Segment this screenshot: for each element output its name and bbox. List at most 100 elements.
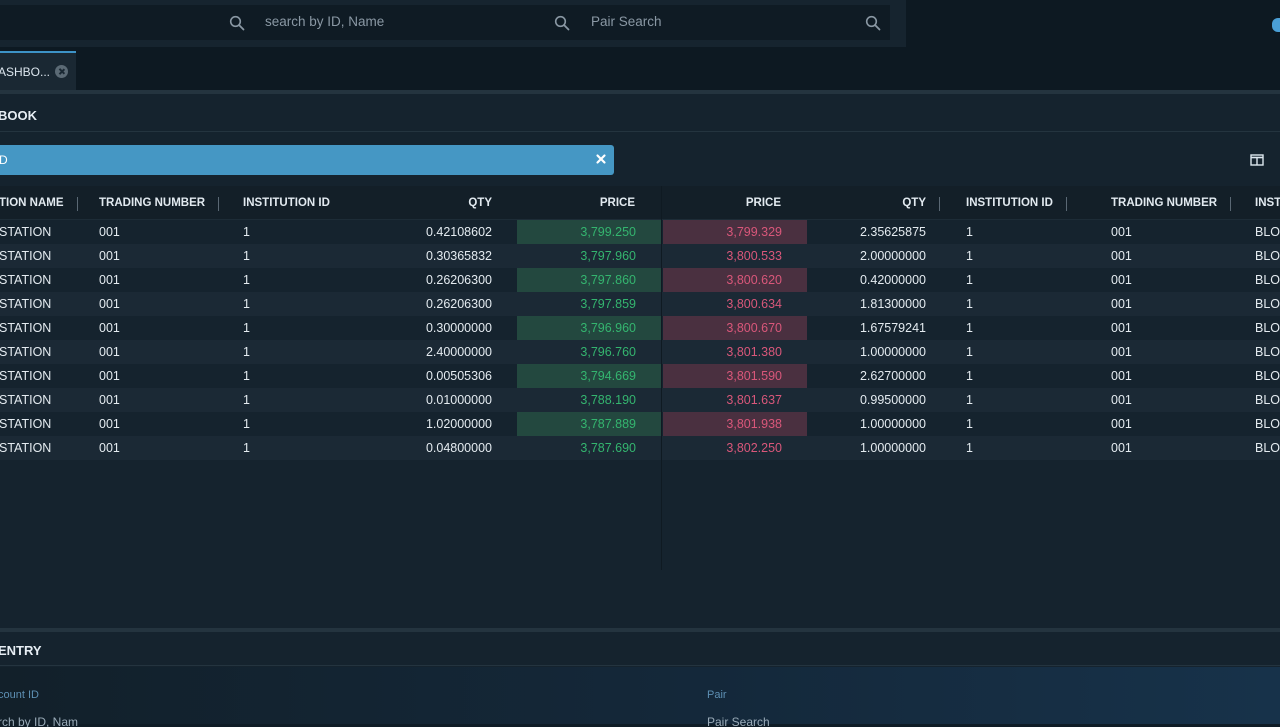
cell-bid-qty: 0.26206300	[425, 273, 492, 287]
tab-dashboard[interactable]: ASHBO...	[0, 51, 76, 90]
cell-ask-trading-number: 001	[1111, 393, 1132, 407]
table-row[interactable]: STATION 001 1 2.40000000 3,796.760 3,801.380 1…	[0, 340, 1280, 364]
cell-bid-institution-name: STATION	[0, 417, 52, 431]
cell-bid-institution-id: 1	[243, 225, 250, 239]
header-ask-price[interactable]: PRICE	[726, 186, 781, 220]
entry-title: ENTRY	[0, 643, 42, 658]
cell-bid-price: 3,797.960	[580, 249, 636, 263]
cell-bid-institution-name: STATION	[0, 249, 52, 263]
tab-label: ASHBO...	[0, 64, 51, 79]
cell-bid-qty: 0.04800000	[425, 441, 492, 455]
cell-ask-institution-id: 1	[966, 225, 973, 239]
cell-ask-institution-id: 1	[966, 321, 973, 335]
order-book-panel: BOOK D TION NAME TRADING NUMBER INSTITUT…	[0, 90, 1280, 628]
top-search-bar: search by ID, Name Pair Search	[0, 0, 1280, 48]
filter-chip[interactable]: D	[0, 145, 614, 175]
cell-ask-institution-name: BLO	[1255, 345, 1280, 359]
cell-ask-institution-id: 1	[966, 249, 973, 263]
cell-bid-institution-id: 1	[243, 273, 250, 287]
table-row[interactable]: STATION 001 1 0.00505306 3,794.669 3,801.590 2…	[0, 364, 1280, 388]
cell-bid-trading-number: 001	[99, 321, 120, 335]
header-ask-institution-name[interactable]: INST	[1255, 186, 1280, 220]
table-header: TION NAME TRADING NUMBER INSTITUTION ID …	[0, 186, 1280, 220]
columns-icon[interactable]	[1250, 154, 1264, 166]
cell-bid-qty: 2.40000000	[425, 345, 492, 359]
pair-label: Pair	[707, 689, 727, 701]
close-icon[interactable]	[55, 65, 69, 78]
cell-ask-trading-number: 001	[1111, 369, 1132, 383]
cell-bid-price: 3,797.860	[580, 273, 636, 287]
search-icon	[554, 15, 570, 31]
profile-icon[interactable]	[1272, 18, 1280, 32]
id-search-input[interactable]: search by ID, Name	[265, 14, 384, 29]
cell-ask-qty: 1.00000000	[859, 417, 926, 431]
header-ask-qty[interactable]: QTY	[874, 186, 940, 220]
cell-ask-qty: 2.62700000	[859, 369, 926, 383]
cell-bid-qty: 0.26206300	[425, 297, 492, 311]
cell-bid-institution-name: STATION	[0, 321, 52, 335]
table-row[interactable]: STATION 001 1 0.30000000 3,796.960 3,800.670 1…	[0, 316, 1280, 340]
table-row[interactable]: STATION 001 1 0.26206300 3,797.860 3,800.620 0…	[0, 268, 1280, 292]
pair-search-box[interactable]: Pair Search	[548, 5, 890, 40]
table-row[interactable]: STATION 001 1 0.01000000 3,788.190 3,801.637 0…	[0, 388, 1280, 412]
cell-ask-price: 3,801.380	[726, 345, 782, 359]
close-icon[interactable]	[594, 152, 608, 166]
id-search-box[interactable]: search by ID, Name	[0, 5, 548, 40]
cell-ask-qty: 1.81300000	[859, 297, 926, 311]
cell-ask-institution-name: BLO	[1255, 393, 1280, 407]
cell-bid-qty: 0.42108602	[425, 225, 492, 239]
order-book-table: TION NAME TRADING NUMBER INSTITUTION ID …	[0, 186, 1280, 460]
cell-bid-qty: 0.00505306	[425, 369, 492, 383]
cell-bid-institution-id: 1	[243, 441, 250, 455]
header-ask-institution-id[interactable]: INSTITUTION ID	[966, 186, 1067, 220]
cell-bid-price: 3,796.760	[580, 345, 636, 359]
cell-ask-qty: 1.00000000	[859, 441, 926, 455]
search-submit-icon[interactable]	[865, 15, 881, 31]
cell-bid-institution-id: 1	[243, 417, 250, 431]
cell-ask-institution-id: 1	[966, 345, 973, 359]
cell-bid-qty: 1.02000000	[425, 417, 492, 431]
table-row[interactable]: STATION 001 1 0.30365832 3,797.960 3,800.533 2…	[0, 244, 1280, 268]
cell-ask-qty: 1.67579241	[859, 321, 926, 335]
pair-input[interactable]: Pair Search	[707, 715, 770, 727]
cell-bid-institution-id: 1	[243, 321, 250, 335]
cell-ask-institution-name: BLO	[1255, 225, 1280, 239]
cell-bid-price: 3,794.669	[580, 369, 636, 383]
table-row[interactable]: STATION 001 1 1.02000000 3,787.889 3,801.938 1…	[0, 412, 1280, 436]
account-id-input[interactable]: rch by ID, Nam	[0, 715, 78, 727]
cell-ask-institution-id: 1	[966, 297, 973, 311]
cell-ask-institution-name: BLO	[1255, 297, 1280, 311]
cell-ask-price: 3,800.620	[726, 273, 782, 287]
cell-ask-price: 3,802.250	[726, 441, 782, 455]
cell-ask-institution-id: 1	[966, 417, 973, 431]
cell-bid-price: 3,796.960	[580, 321, 636, 335]
header-bid-price[interactable]: PRICE	[580, 186, 635, 220]
cell-ask-institution-id: 1	[966, 369, 973, 383]
cell-bid-trading-number: 001	[99, 297, 120, 311]
tab-bar: ASHBO...	[0, 48, 1280, 90]
table-row[interactable]: STATION 001 1 0.26206300 3,797.859 3,800.634 1…	[0, 292, 1280, 316]
cell-ask-institution-name: BLO	[1255, 273, 1280, 287]
cell-bid-institution-name: STATION	[0, 393, 52, 407]
header-bid-institution-name[interactable]: TION NAME	[0, 186, 77, 220]
cell-ask-qty: 0.42000000	[859, 273, 926, 287]
cell-ask-qty: 2.00000000	[859, 249, 926, 263]
header-bid-qty[interactable]: QTY	[440, 186, 492, 220]
table-row[interactable]: STATION 001 1 0.04800000 3,787.690 3,802.250 1…	[0, 436, 1280, 460]
cell-bid-institution-id: 1	[243, 393, 250, 407]
cell-ask-institution-id: 1	[966, 441, 973, 455]
cell-bid-trading-number: 001	[99, 417, 120, 431]
panel-header: BOOK	[0, 98, 1280, 132]
table-row[interactable]: STATION 001 1 0.42108602 3,799.250 3,799.329 2…	[0, 220, 1280, 244]
header-bid-institution-id[interactable]: INSTITUTION ID	[243, 186, 330, 220]
cell-ask-trading-number: 001	[1111, 225, 1132, 239]
cell-ask-trading-number: 001	[1111, 297, 1132, 311]
cell-bid-institution-id: 1	[243, 345, 250, 359]
cell-bid-price: 3,797.859	[580, 297, 636, 311]
header-ask-trading-number[interactable]: TRADING NUMBER	[1111, 186, 1232, 220]
header-bid-trading-number[interactable]: TRADING NUMBER	[99, 186, 220, 220]
pair-search-input[interactable]: Pair Search	[591, 14, 662, 29]
cell-bid-institution-id: 1	[243, 249, 250, 263]
cell-bid-trading-number: 001	[99, 345, 120, 359]
cell-ask-institution-name: BLO	[1255, 417, 1280, 431]
